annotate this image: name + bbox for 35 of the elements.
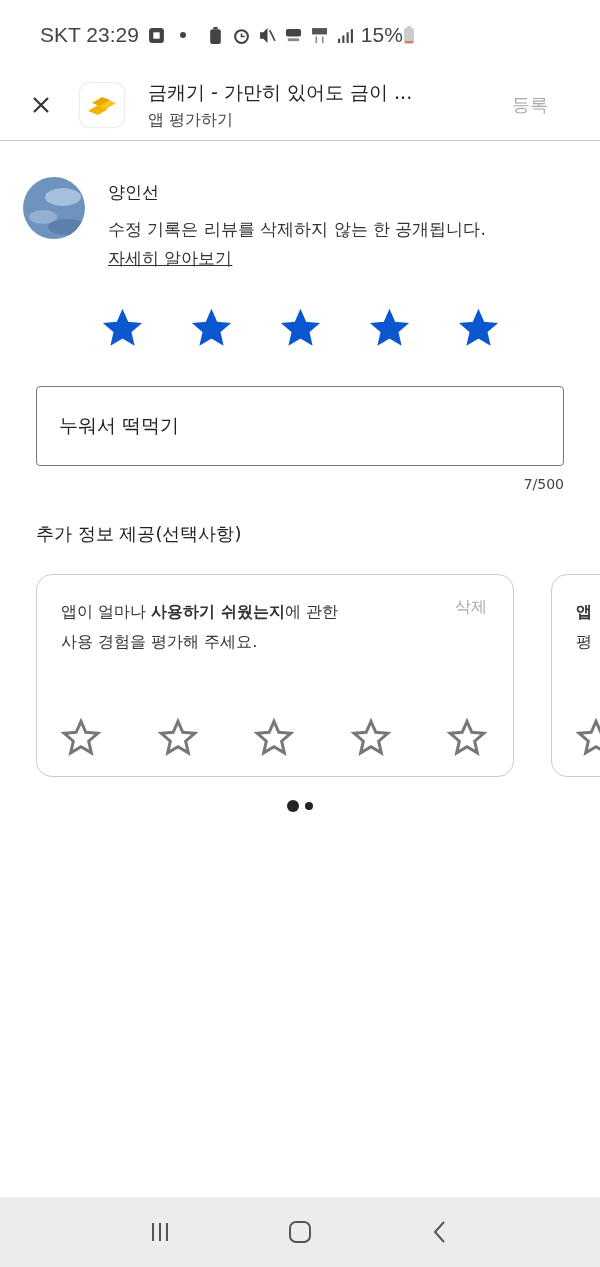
page-indicator-dot[interactable]: [305, 802, 313, 810]
empty-star-icon[interactable]: [350, 718, 391, 758]
signal-icon: [336, 26, 354, 44]
home-icon[interactable]: [288, 1220, 312, 1244]
mute-icon: [258, 26, 276, 44]
filled-star-icon[interactable]: [279, 308, 321, 349]
filled-star-icon[interactable]: [101, 308, 143, 349]
hd-voice-icon: [284, 26, 302, 44]
user-name: 양인선: [108, 181, 160, 204]
status-time: SKT 23:29: [40, 23, 139, 47]
notification-icon: [147, 26, 165, 44]
empty-star-icon[interactable]: [61, 718, 101, 758]
empty-star-icon[interactable]: [157, 718, 198, 758]
section-heading: 추가 정보 제공(선택사항): [36, 522, 243, 546]
card-question: 앱 평: [576, 601, 592, 653]
empty-star-icon[interactable]: [447, 718, 487, 758]
page-indicator-dot[interactable]: [287, 800, 299, 812]
battery-percent: 15%: [360, 23, 403, 47]
card-star-rating[interactable]: [61, 718, 487, 758]
close-icon[interactable]: [31, 95, 51, 115]
empty-star-icon[interactable]: [254, 718, 294, 758]
lte-icon: [310, 26, 328, 44]
card-question: 앱이 얼마나 사용하기 쉬웠는지에 관한 사용 경험을 평가해 주세요.: [61, 601, 338, 653]
dot-icon: [179, 32, 186, 38]
filled-star-icon[interactable]: [190, 308, 232, 349]
alarm-icon: [232, 26, 250, 44]
page-subtitle: 앱 평가하기: [148, 109, 235, 131]
review-field[interactable]: 누워서 떡먹기: [36, 386, 564, 466]
character-counter: 7/500: [523, 476, 564, 492]
filled-star-icon[interactable]: [457, 308, 499, 349]
edit-notice: 수정 기록은 리뷰를 삭제하지 않는 한 공개됩니다.: [108, 218, 486, 241]
filled-star-icon[interactable]: [368, 308, 410, 349]
app-title: 금캐기 - 가만히 있어도 금이 ...: [148, 79, 414, 105]
learn-more-link[interactable]: 자세히 알아보기: [108, 247, 233, 270]
battery-icon: [403, 26, 414, 44]
